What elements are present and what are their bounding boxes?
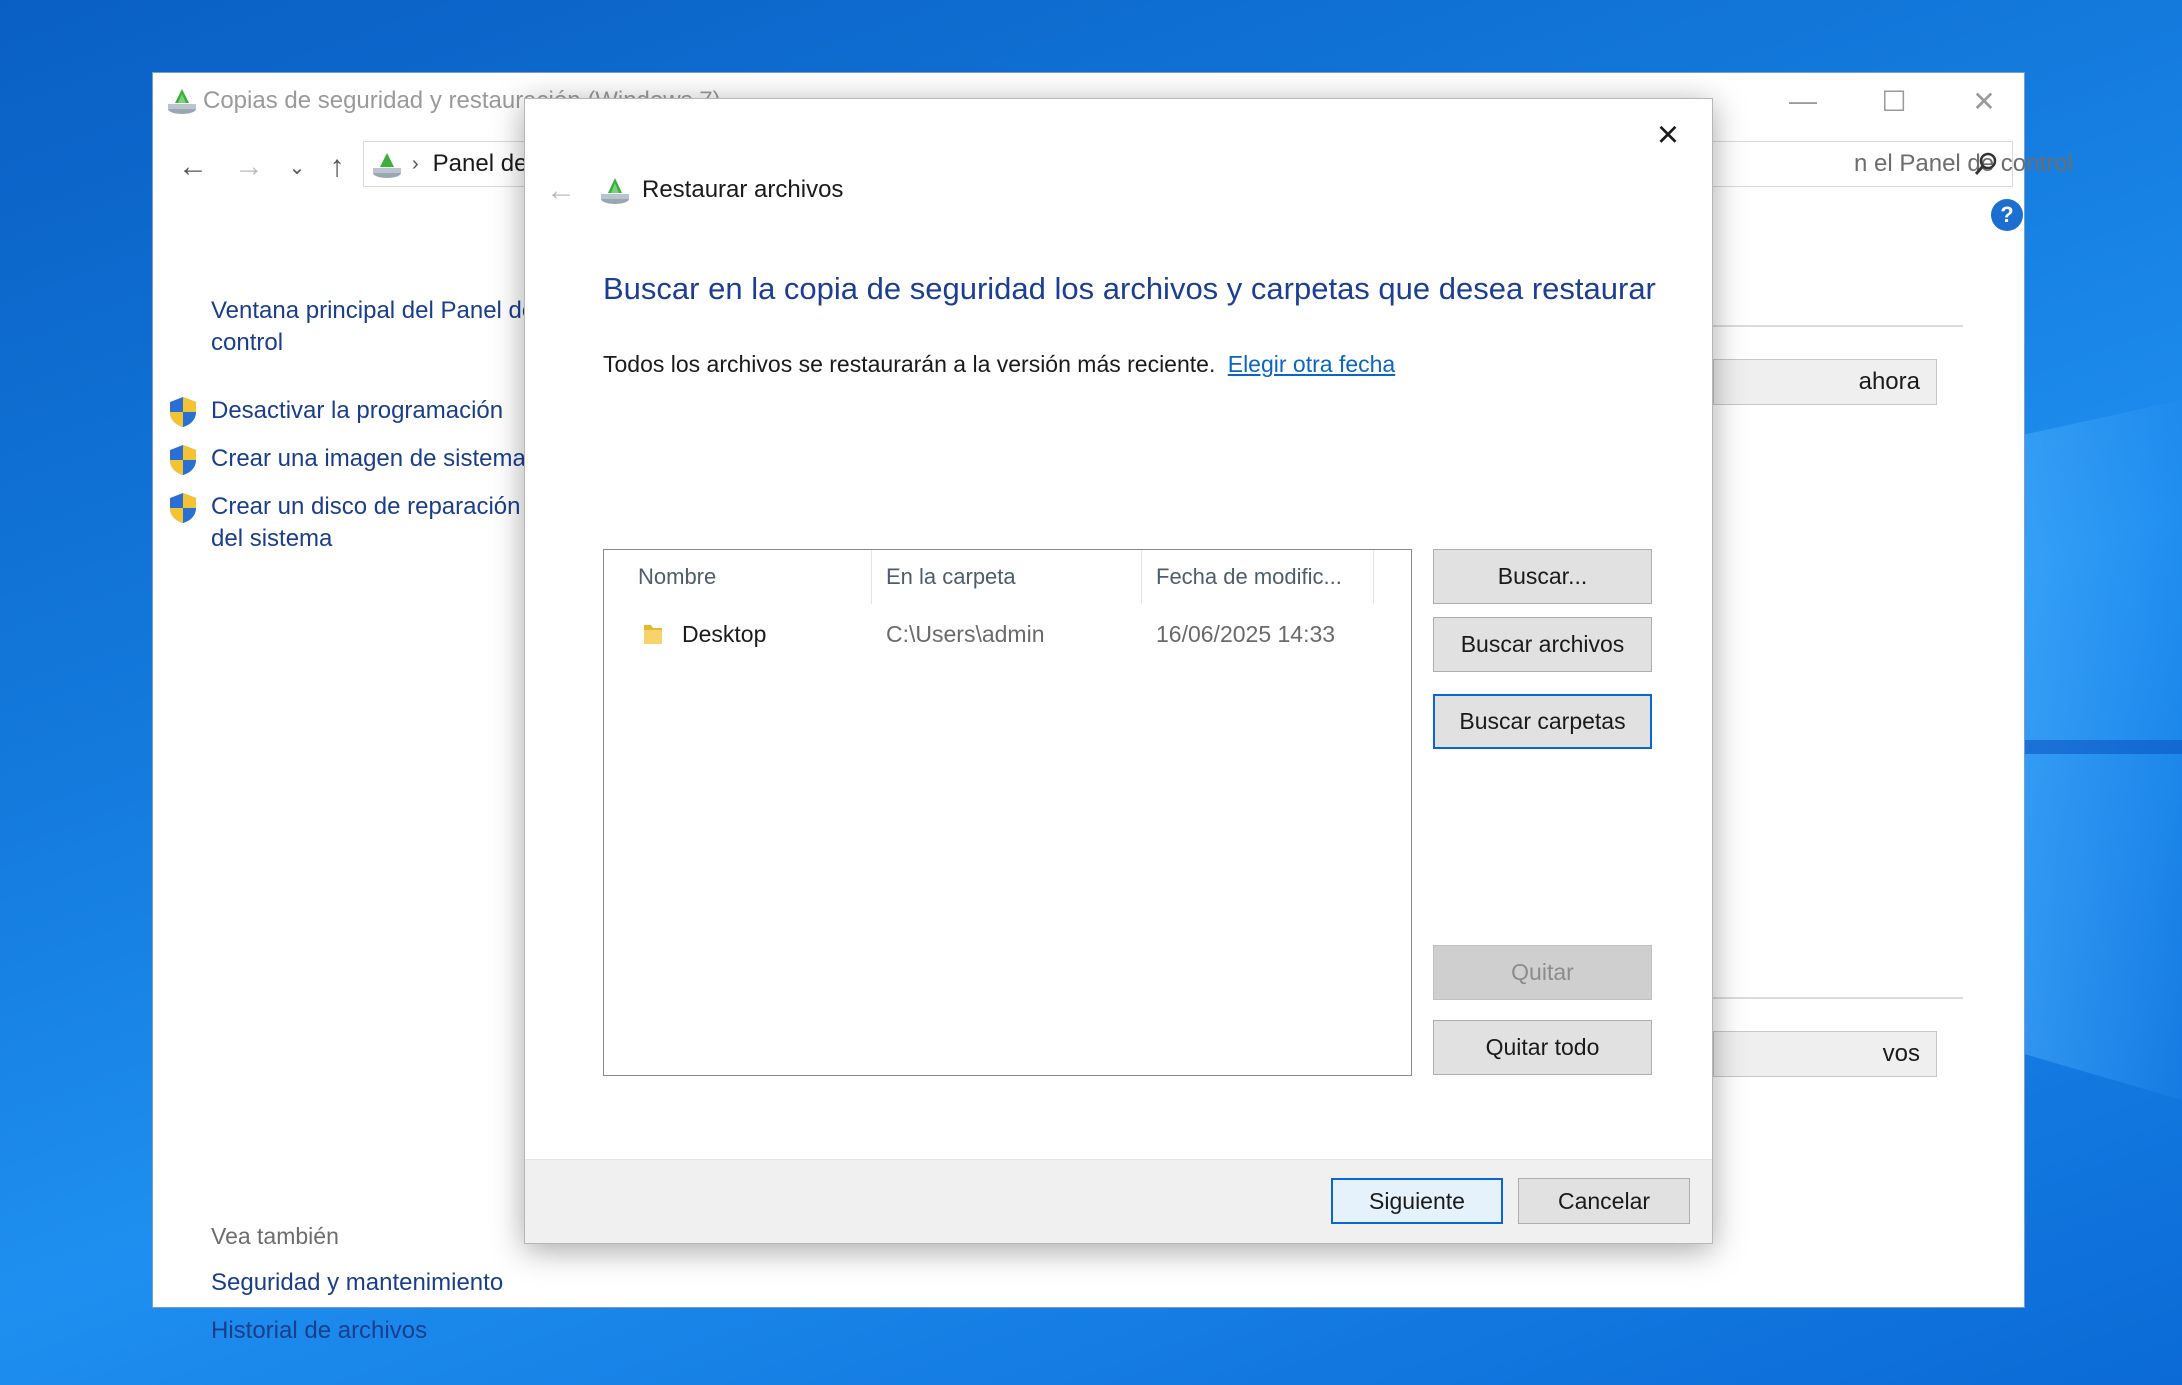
- create-repair-disc-link[interactable]: Crear un disco de reparación del sistema: [211, 491, 531, 555]
- uac-shield-icon: [170, 493, 196, 523]
- up-arrow-icon[interactable]: ↑: [317, 147, 357, 187]
- uac-shield-icon: [170, 445, 196, 475]
- close-button[interactable]: ✕: [1939, 73, 2029, 129]
- choose-date-link[interactable]: Elegir otra fecha: [1228, 351, 1395, 377]
- folder-icon: [644, 625, 662, 644]
- dialog-description: Todos los archivos se restaurarán a la v…: [603, 351, 1395, 378]
- minimize-button[interactable]: —: [1758, 73, 1848, 129]
- dialog-title: Restaurar archivos: [642, 176, 844, 203]
- dialog-heading: Buscar en la copia de seguridad los arch…: [603, 271, 1656, 306]
- next-button[interactable]: Siguiente: [1331, 1178, 1503, 1224]
- date-cell: 16/06/2025 14:33: [1156, 620, 1336, 647]
- backup-icon: [373, 153, 401, 178]
- table-row[interactable]: Desktop C:\Users\admin 16/06/2025 14:33: [604, 610, 1411, 658]
- close-icon[interactable]: ×: [1646, 113, 1690, 157]
- back-arrow-icon[interactable]: ←: [173, 147, 213, 187]
- breadcrumb-chevron-icon: ›: [412, 152, 419, 175]
- breadcrumb: Panel de: [432, 150, 528, 177]
- security-maintenance-link[interactable]: Seguridad y mantenimiento: [211, 1267, 551, 1299]
- separator: [1713, 997, 1963, 999]
- disable-schedule-link[interactable]: Desactivar la programación: [211, 395, 551, 427]
- separator: [1713, 325, 1963, 327]
- maximize-button[interactable]: ☐: [1849, 73, 1939, 129]
- help-icon[interactable]: ?: [1991, 199, 2023, 231]
- recent-locations-chevron-icon[interactable]: ⌄: [277, 147, 317, 187]
- forward-arrow-icon[interactable]: →: [229, 147, 269, 187]
- dialog-footer: Siguiente Cancelar: [525, 1159, 1712, 1243]
- description-text: Todos los archivos se restaurarán a la v…: [603, 351, 1216, 377]
- control-panel-home-link[interactable]: Ventana principal del Panel de control: [211, 295, 551, 359]
- column-header-folder[interactable]: En la carpeta: [872, 550, 1142, 604]
- search-icon: [1974, 152, 1997, 175]
- uac-shield-icon: [170, 397, 196, 427]
- restore-files-dialog: × ← Restaurar archivos Buscar en la copi…: [524, 98, 1713, 1244]
- back-arrow-icon[interactable]: ←: [541, 171, 581, 211]
- cancel-button[interactable]: Cancelar: [1518, 1178, 1690, 1224]
- backup-icon: [601, 178, 629, 204]
- column-header-name[interactable]: Nombre: [604, 550, 872, 604]
- file-name: Desktop: [682, 620, 767, 647]
- create-system-image-link[interactable]: Crear una imagen de sistema: [211, 443, 551, 475]
- search-files-button[interactable]: Buscar archivos: [1433, 617, 1652, 672]
- name-cell: Desktop: [642, 610, 766, 658]
- folder-cell: C:\Users\admin: [886, 620, 1045, 647]
- backup-now-button[interactable]: ahora: [1713, 359, 1937, 405]
- file-history-link[interactable]: Historial de archivos: [211, 1315, 551, 1347]
- search-folders-button[interactable]: Buscar carpetas: [1433, 694, 1652, 749]
- file-list[interactable]: Nombre En la carpeta Fecha de modific...…: [603, 549, 1412, 1076]
- search-placeholder: n el Panel de control: [1854, 150, 2073, 177]
- restore-files-button[interactable]: vos: [1713, 1031, 1937, 1077]
- search-button[interactable]: Buscar...: [1433, 549, 1652, 604]
- remove-all-button[interactable]: Quitar todo: [1433, 1020, 1652, 1075]
- search-input[interactable]: n el Panel de control: [1703, 141, 2073, 187]
- remove-button[interactable]: Quitar: [1433, 945, 1652, 1000]
- backup-icon: [168, 89, 196, 114]
- see-also-label: Vea también: [211, 1223, 339, 1249]
- column-header-date[interactable]: Fecha de modific...: [1142, 550, 1374, 604]
